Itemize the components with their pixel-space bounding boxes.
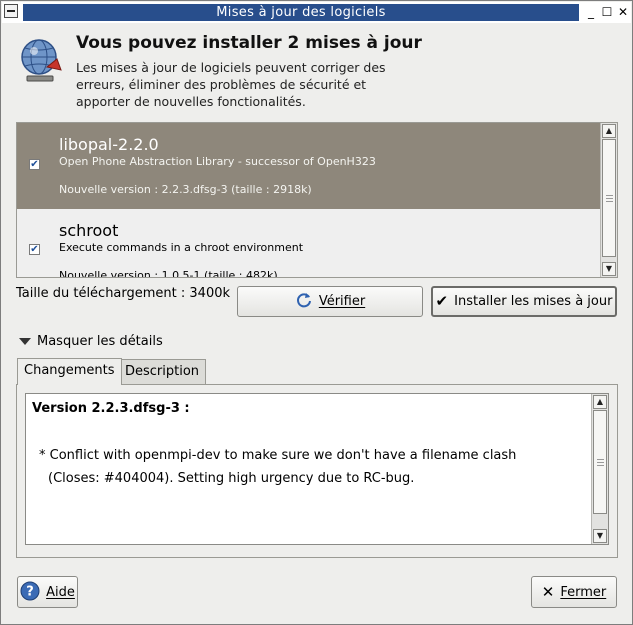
changes-panel: Version 2.2.3.dfsg-3 : * Conflict with o…	[16, 384, 618, 558]
package-description: Open Phone Abstraction Library - success…	[59, 155, 376, 168]
changelog-line: (Closes: #404004). Setting high urgency …	[48, 471, 415, 486]
updates-list[interactable]: ✔ libopal-2.2.0 Open Phone Abstraction L…	[16, 122, 618, 278]
window-menu-icon[interactable]	[4, 4, 18, 18]
update-row-libopal[interactable]: ✔ libopal-2.2.0 Open Phone Abstraction L…	[17, 123, 600, 209]
package-version: Nouvelle version : 2.2.3.dfsg-3 (taille …	[59, 183, 312, 196]
help-icon: ?	[20, 581, 40, 604]
maximize-button[interactable]: ☐	[600, 4, 614, 20]
updates-scrollbar[interactable]: ▲ ▼	[600, 123, 617, 277]
update-row-schroot[interactable]: ✔ schroot Execute commands in a chroot e…	[17, 209, 600, 278]
refresh-icon	[295, 291, 313, 312]
close-button-label: Fermer	[560, 584, 607, 600]
scrollbar-thumb[interactable]	[602, 139, 616, 257]
changelog-scrollbar[interactable]: ▲ ▼	[591, 394, 608, 544]
header-description: Les mises à jour de logiciels peuvent co…	[76, 60, 386, 109]
scroll-up-arrow-icon[interactable]: ▲	[593, 395, 607, 409]
package-name: schroot	[59, 221, 119, 240]
help-button[interactable]: ? Aide	[17, 576, 78, 608]
details-expander[interactable]: Masquer les détails	[19, 334, 163, 349]
tab-changes[interactable]: Changements	[17, 358, 122, 385]
scrollbar-thumb[interactable]	[593, 410, 607, 514]
scroll-up-arrow-icon[interactable]: ▲	[602, 124, 616, 138]
package-name: libopal-2.2.0	[59, 135, 159, 154]
update-checkbox[interactable]: ✔	[29, 159, 40, 170]
expander-arrow-icon	[19, 338, 31, 345]
window-title: Mises à jour des logiciels	[23, 4, 579, 21]
changelog-line: * Conflict with openmpi-dev to make sure…	[39, 448, 517, 463]
changelog-version: Version 2.2.3.dfsg-3 :	[32, 401, 190, 416]
check-button-label: Vérifier	[318, 294, 366, 309]
update-manager-window: Mises à jour des logiciels _ ☐ ✕ Vous po…	[0, 0, 633, 625]
checkmark-icon: ✔	[435, 292, 449, 310]
changelog-view[interactable]: Version 2.2.3.dfsg-3 : * Conflict with o…	[25, 393, 609, 545]
help-button-label: Aide	[46, 584, 75, 600]
update-checkbox[interactable]: ✔	[29, 244, 40, 255]
package-description: Execute commands in a chroot environment	[59, 241, 304, 254]
details-expander-label: Masquer les détails	[37, 334, 163, 349]
install-updates-button[interactable]: ✔ Installer les mises à jour	[431, 286, 617, 317]
close-button[interactable]: ✕ Fermer	[531, 576, 617, 608]
download-size: Taille du téléchargement : 3400k	[16, 286, 231, 301]
title-bar[interactable]: Mises à jour des logiciels _ ☐ ✕	[2, 2, 631, 23]
scroll-down-arrow-icon[interactable]: ▼	[593, 529, 607, 543]
minimize-button[interactable]: _	[584, 4, 598, 20]
svg-text:?: ?	[26, 584, 34, 599]
install-button-label: Installer les mises à jour	[454, 294, 613, 309]
close-icon: ✕	[541, 582, 555, 601]
globe-update-icon	[17, 37, 65, 85]
page-title: Vous pouvez installer 2 mises à jour	[76, 33, 422, 53]
close-window-button[interactable]: ✕	[616, 4, 630, 20]
check-button[interactable]: Vérifier	[237, 286, 423, 317]
package-version: Nouvelle version : 1.0.5-1 (taille : 482…	[59, 269, 278, 278]
tab-description[interactable]: Description	[118, 359, 207, 385]
scroll-down-arrow-icon[interactable]: ▼	[602, 262, 616, 276]
